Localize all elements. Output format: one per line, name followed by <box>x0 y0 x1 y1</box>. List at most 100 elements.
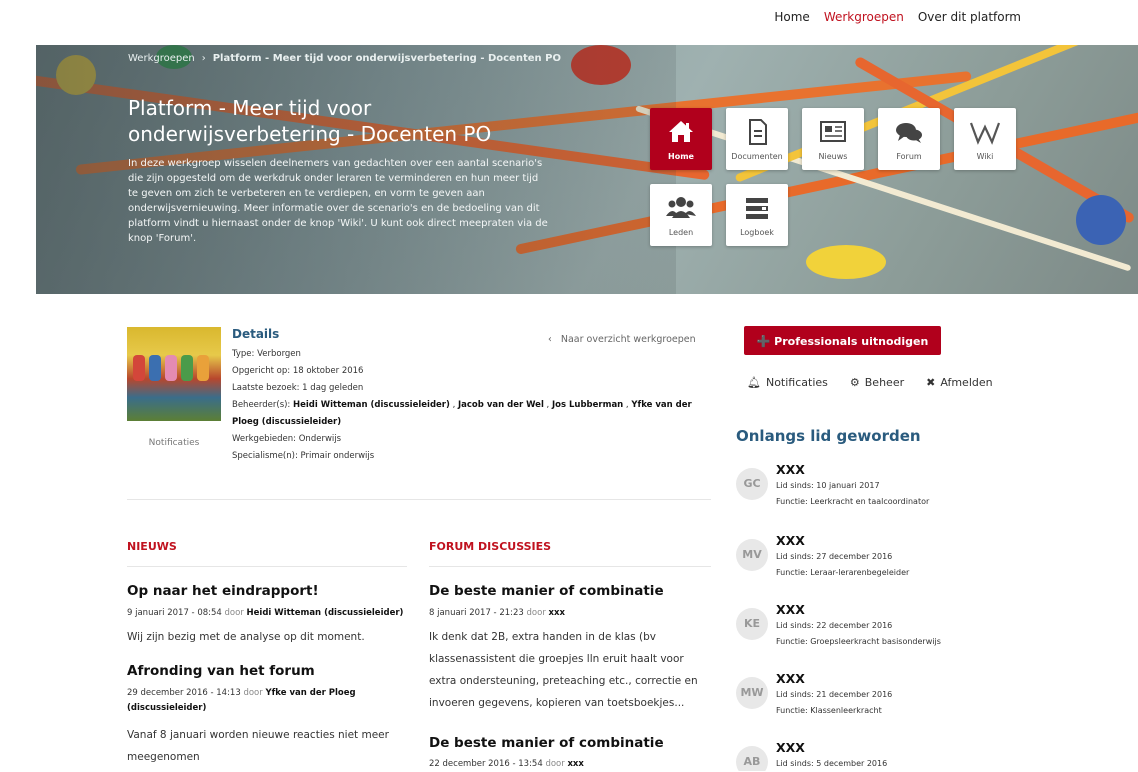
decor-bag <box>197 355 209 381</box>
member-item[interactable]: AB XXX Lid sinds: 5 december 2016 <box>736 740 1036 771</box>
forum-item-meta: 8 januari 2017 - 21:23 door xxx <box>429 606 709 621</box>
tile-label: Home <box>668 152 694 161</box>
news-rule <box>127 566 407 567</box>
member-function: Functie: Groepsleerkracht basisonderwijs <box>776 637 941 646</box>
news-item-title[interactable]: Op naar het eindrapport! <box>127 583 319 599</box>
gears-icon: ⚙ <box>849 376 860 389</box>
page-description: In deze werkgroep wisselen deelnemers va… <box>128 158 548 244</box>
forum-date: 22 december 2016 - 13:54 <box>429 759 543 769</box>
action-label: Afmelden <box>940 376 993 389</box>
tile-logboek[interactable]: Logboek <box>726 184 788 246</box>
invite-button-label: Professionals uitnodigen <box>774 335 929 348</box>
top-nav-links: Home Werkgroepen Over dit platform <box>774 10 1021 24</box>
details-last-visit: Laatste bezoek: 1 dag geleden <box>232 383 364 393</box>
news-by: door <box>224 608 244 618</box>
avatar: GC <box>736 468 768 500</box>
document-icon <box>726 116 788 152</box>
member-since: Lid sinds: 27 december 2016 <box>776 552 893 561</box>
details-heading: Details <box>232 327 280 341</box>
nav-over-dit-platform[interactable]: Over dit platform <box>918 10 1021 24</box>
news-by: door <box>243 688 263 698</box>
decor-bag <box>133 355 145 381</box>
nav-home[interactable]: Home <box>774 10 809 24</box>
sidebar-actions: 🔔︎ Notificaties ⚙ Beheer ✖ Afmelden <box>747 376 993 389</box>
member-name[interactable]: XXX <box>776 533 805 548</box>
invite-professionals-button[interactable]: ➕ Professionals uitnodigen <box>744 326 941 355</box>
forum-item-meta: 22 december 2016 - 13:54 door xxx <box>429 757 709 772</box>
tile-home[interactable]: Home <box>650 108 712 170</box>
member-item[interactable]: MW XXX Lid sinds: 21 december 2016 Funct… <box>736 671 1036 731</box>
member-item[interactable]: MV XXX Lid sinds: 27 december 2016 Funct… <box>736 533 1036 593</box>
news-heading: NIEUWS <box>127 540 177 553</box>
forum-date: 8 januari 2017 - 21:23 <box>429 608 524 618</box>
forum-by: door <box>526 608 546 618</box>
admins-label: Beheerder(s): <box>232 400 291 410</box>
back-link-label: Naar overzicht werkgroepen <box>560 334 696 345</box>
hero-banner: Werkgroepen › Platform - Meer tijd voor on… <box>36 45 1138 294</box>
decor-bag <box>149 355 161 381</box>
breadcrumb-current: Platform - Meer tijd voor onderwijsverbe… <box>212 53 561 64</box>
member-item[interactable]: KE XXX Lid sinds: 22 december 2016 Funct… <box>736 602 1036 662</box>
member-function: Functie: Klassenleerkracht <box>776 706 882 715</box>
news-item-meta: 9 januari 2017 - 08:54 door Heidi Wittem… <box>127 606 417 621</box>
member-since: Lid sinds: 21 december 2016 <box>776 690 893 699</box>
forum-by: door <box>545 759 565 769</box>
chevron-left-icon: ‹ <box>548 334 552 345</box>
member-name[interactable]: XXX <box>776 740 805 755</box>
details-admins: Beheerder(s): Heidi Witteman (discussiel… <box>232 400 692 427</box>
forum-author-link[interactable]: xxx <box>567 759 583 769</box>
decor-bag <box>165 355 177 381</box>
news-author-link[interactable]: Heidi Witteman (discussieleider) <box>247 608 404 618</box>
user-plus-icon: ➕ <box>756 335 775 348</box>
unsubscribe-action[interactable]: ✖ Afmelden <box>926 376 993 389</box>
avatar: MW <box>736 677 768 709</box>
admin-link[interactable]: Jacob van der Wel <box>458 400 544 410</box>
decor-bag <box>181 355 193 381</box>
tile-label: Nieuws <box>818 152 848 161</box>
decor-pin <box>806 245 886 279</box>
member-since: Lid sinds: 10 januari 2017 <box>776 481 880 490</box>
tile-documenten[interactable]: Documenten <box>726 108 788 170</box>
member-function: Functie: Leraar-lerarenbegeleider <box>776 568 910 577</box>
member-name[interactable]: XXX <box>776 602 805 617</box>
member-name[interactable]: XXX <box>776 462 805 477</box>
section-divider <box>127 499 711 500</box>
forum-item-title[interactable]: De beste manier of combinatie <box>429 735 664 751</box>
logbook-icon <box>726 192 788 228</box>
nav-werkgroepen[interactable]: Werkgroepen <box>824 10 904 24</box>
news-item-title[interactable]: Afronding van het forum <box>127 663 315 679</box>
member-since: Lid sinds: 22 december 2016 <box>776 621 893 630</box>
member-name[interactable]: XXX <box>776 671 805 686</box>
notifications-action[interactable]: 🔔︎ Notificaties <box>747 376 828 389</box>
tile-leden[interactable]: Leden <box>650 184 712 246</box>
news-item-body: Wij zijn bezig met de analyse op dit mom… <box>127 631 365 643</box>
forum-item-title[interactable]: De beste manier of combinatie <box>429 583 664 599</box>
forum-heading: FORUM DISCUSSIES <box>429 540 552 553</box>
tile-label: Leden <box>668 228 694 237</box>
tile-wiki[interactable]: Wiki <box>954 108 1016 170</box>
tile-label: Forum <box>896 152 922 161</box>
member-item[interactable]: GC XXX Lid sinds: 10 januari 2017 Functi… <box>736 462 1036 522</box>
details-type: Type: Verborgen <box>232 349 301 359</box>
admin-link[interactable]: Jos Lubberman <box>552 400 623 410</box>
user-remove-icon: ✖ <box>926 376 936 389</box>
tile-label: Wiki <box>976 152 994 161</box>
recent-members-heading: Onlangs lid geworden <box>736 427 921 445</box>
manage-action[interactable]: ⚙ Beheer <box>850 376 904 389</box>
decor-pin <box>1076 195 1126 245</box>
forum-author-link[interactable]: xxx <box>549 608 565 618</box>
tile-label: Documenten <box>731 152 783 161</box>
admin-link[interactable]: Heidi Witteman (discussieleider) <box>293 400 450 410</box>
tile-forum[interactable]: Forum <box>878 108 940 170</box>
tile-label: Logboek <box>740 228 774 237</box>
details-areas: Werkgebieden: Onderwijs <box>232 434 342 444</box>
newspaper-icon <box>802 116 864 152</box>
workgroup-photo <box>127 327 221 421</box>
chat-bubbles-icon <box>878 116 940 152</box>
breadcrumb-werkgroepen[interactable]: Werkgroepen <box>128 53 195 64</box>
notifications-link[interactable]: Notificaties <box>127 438 221 448</box>
tile-nieuws[interactable]: Nieuws <box>802 108 864 170</box>
back-to-overview-link[interactable]: ‹ Naar overzicht werkgroepen <box>548 334 696 345</box>
action-label: Beheer <box>864 376 905 389</box>
users-icon <box>650 192 712 228</box>
